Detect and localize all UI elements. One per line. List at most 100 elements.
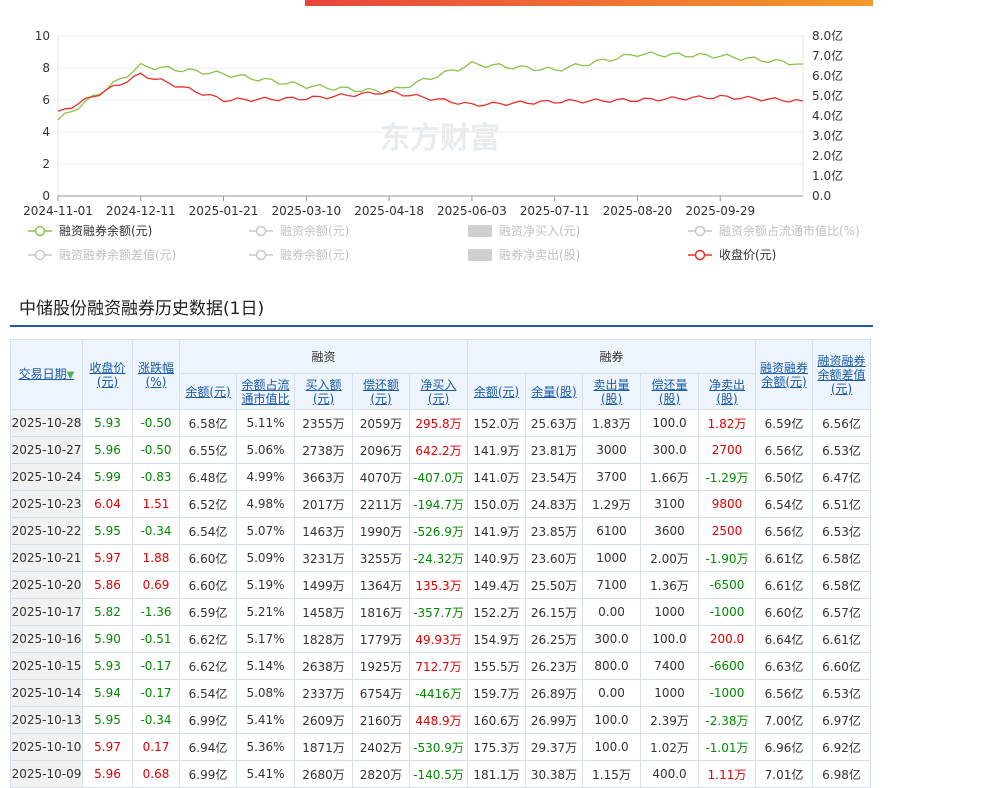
header-rq-repay[interactable]: 偿还量 (股)	[640, 373, 699, 410]
cell-rz-buy: 1499万	[294, 571, 353, 599]
cell-rz-repay: 2059万	[352, 409, 410, 437]
top-banner[interactable]	[305, 0, 873, 6]
legend-item[interactable]: 融券余额(元)	[280, 247, 349, 262]
header-close[interactable]: 收盘价 (元)	[82, 339, 133, 410]
legend-marker-icon	[34, 225, 46, 237]
cell-rz-buy: 2680万	[294, 760, 353, 788]
legend-item[interactable]: 收盘价(元)	[719, 247, 776, 262]
legend-item[interactable]: 融资融券余额差值(元)	[59, 247, 176, 262]
header-rq-balance[interactable]: 余额(元)	[467, 373, 526, 410]
legend-item[interactable]: 融资融券余额(元)	[59, 223, 152, 238]
cell-rz-repay: 6754万	[352, 679, 410, 707]
cell-date: 2025-10-23	[10, 490, 83, 518]
header-rq-volume[interactable]: 余量(股)	[525, 373, 583, 410]
header-change[interactable]: 涨跌幅 (%)	[132, 339, 180, 410]
cell-rz-net: -4416万	[409, 679, 468, 707]
left-axis-tick: 4	[42, 125, 50, 139]
cell-rz-balance: 6.48亿	[179, 463, 237, 491]
cell-rz-net: -194.7万	[409, 490, 468, 518]
cell-rz-buy: 2609万	[294, 706, 353, 734]
header-date[interactable]: 交易日期▼	[10, 339, 83, 410]
cell-rq-repay: 1.02万	[640, 733, 699, 761]
cell-date: 2025-10-14	[10, 679, 83, 707]
cell-date: 2025-10-22	[10, 517, 83, 545]
header-total[interactable]: 融资融券 余额(元)	[755, 339, 813, 410]
cell-rz-ratio: 5.41%	[236, 760, 295, 788]
header-rz-ratio[interactable]: 余额占流 通市值比	[236, 373, 295, 410]
cell-rq-volume: 26.23万	[525, 652, 583, 680]
cell-change: -0.51	[132, 625, 180, 653]
cell-rq-net: 2500	[698, 517, 756, 545]
cell-rz-ratio: 5.21%	[236, 598, 295, 626]
header-rz-buy[interactable]: 买入额 (元)	[294, 373, 353, 410]
cell-change: 0.69	[132, 571, 180, 599]
cell-total: 6.64亿	[755, 625, 813, 653]
cell-rz-repay: 2820万	[352, 760, 410, 788]
cell-rz-buy: 2337万	[294, 679, 353, 707]
right-axis-tick: 7.0亿	[812, 48, 843, 63]
cell-date: 2025-10-15	[10, 652, 83, 680]
cell-rz-balance: 6.60亿	[179, 544, 237, 572]
cell-close: 5.93	[82, 409, 133, 437]
cell-rq-repay: 100.0	[640, 409, 699, 437]
cell-rq-sell: 3700	[582, 463, 641, 491]
cell-rq-balance: 150.0万	[467, 490, 526, 518]
cell-rz-repay: 1990万	[352, 517, 410, 545]
cell-rz-net: -357.7万	[409, 598, 468, 626]
legend-bar-icon	[468, 225, 492, 237]
cell-rz-net: 49.93万	[409, 625, 468, 653]
table-row: 2025-10-28 5.93 -0.50 6.58亿 5.11% 2355万 2059万 2…	[10, 409, 871, 437]
header-rq-net[interactable]: 净卖出 (股)	[698, 373, 756, 410]
cell-rz-net: -24.32万	[409, 544, 468, 572]
header-rz-net[interactable]: 净买入 (元)	[409, 373, 468, 410]
header-rz-balance[interactable]: 余额(元)	[179, 373, 237, 410]
cell-rq-volume: 26.15万	[525, 598, 583, 626]
cell-close: 5.90	[82, 625, 133, 653]
cell-total: 6.50亿	[755, 463, 813, 491]
cell-rz-balance: 6.99亿	[179, 706, 237, 734]
cell-close: 5.82	[82, 598, 133, 626]
header-group-rz: 融资	[179, 339, 468, 374]
table-row: 2025-10-20 5.86 0.69 6.60亿 5.19% 1499万 1364万 13…	[10, 571, 871, 599]
cell-rq-volume: 23.60万	[525, 544, 583, 572]
cell-rq-repay: 3100	[640, 490, 699, 518]
cell-rz-ratio: 5.36%	[236, 733, 295, 761]
cell-rz-repay: 2096万	[352, 436, 410, 464]
x-axis-tick: 2025-06-03	[437, 204, 507, 218]
cell-rq-sell: 7100	[582, 571, 641, 599]
cell-rz-ratio: 5.41%	[236, 706, 295, 734]
legend-marker-icon	[694, 225, 706, 237]
cell-change: -0.17	[132, 679, 180, 707]
cell-total: 6.56亿	[755, 436, 813, 464]
cell-rq-balance: 175.3万	[467, 733, 526, 761]
cell-rz-buy: 1828万	[294, 625, 353, 653]
legend-item[interactable]: 融资余额占流通市值比(%)	[719, 223, 860, 238]
cell-rz-balance: 6.62亿	[179, 625, 237, 653]
cell-rq-sell: 800.0	[582, 652, 641, 680]
right-axis-tick: 0.0	[812, 189, 831, 203]
cell-diff: 6.61亿	[812, 625, 871, 653]
right-axis-tick: 8.0亿	[812, 28, 843, 43]
cell-rq-balance: 152.2万	[467, 598, 526, 626]
cell-rz-net: -526.9万	[409, 517, 468, 545]
x-axis-tick: 2025-03-10	[271, 204, 341, 218]
cell-rz-buy: 2638万	[294, 652, 353, 680]
cell-rq-net: 9800	[698, 490, 756, 518]
cell-rz-net: -530.9万	[409, 733, 468, 761]
legend-item[interactable]: 融券净卖出(股)	[499, 247, 580, 262]
cell-rq-volume: 25.50万	[525, 571, 583, 599]
cell-rq-repay: 7400	[640, 652, 699, 680]
header-rz-repay[interactable]: 偿还额 (元)	[352, 373, 410, 410]
table-row: 2025-10-22 5.95 -0.34 6.54亿 5.07% 1463万 1990万 -…	[10, 517, 871, 545]
cell-close: 6.04	[82, 490, 133, 518]
right-axis-tick: 2.0亿	[812, 148, 843, 163]
header-rq-sell[interactable]: 卖出量 (股)	[582, 373, 641, 410]
legend-item[interactable]: 融资余额(元)	[280, 223, 349, 238]
cell-close: 5.96	[82, 760, 133, 788]
header-group-rq: 融券	[467, 339, 756, 374]
cell-close: 5.96	[82, 436, 133, 464]
header-diff[interactable]: 融资融券 余额差值 (元)	[812, 339, 871, 410]
cell-rz-repay: 1364万	[352, 571, 410, 599]
legend-item[interactable]: 融资净买入(元)	[499, 224, 580, 238]
sort-down-icon[interactable]: ▼	[67, 370, 75, 381]
